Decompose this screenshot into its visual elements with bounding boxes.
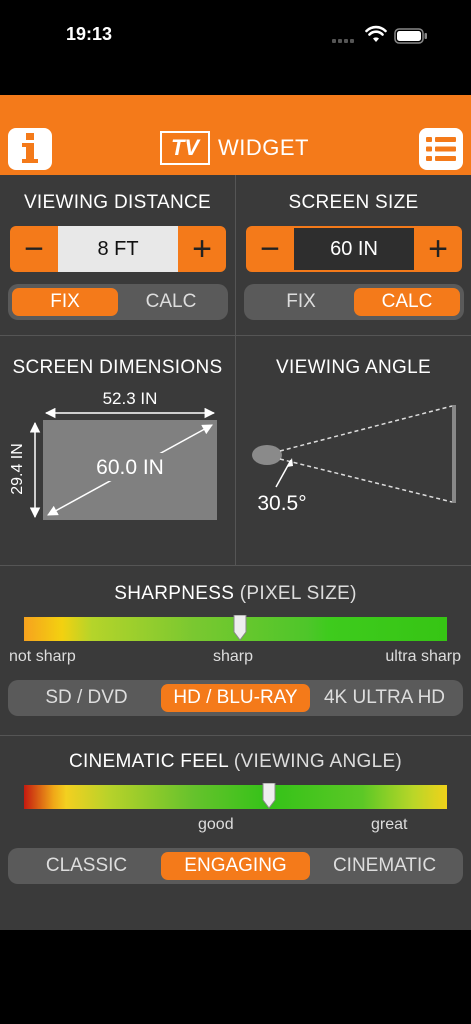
cinematic-cinematic-option[interactable]: CINEMATIC: [310, 852, 459, 880]
viewing-distance-fix-option[interactable]: FIX: [12, 288, 118, 316]
screen-size-calc-option[interactable]: CALC: [354, 288, 460, 316]
viewing-distance-stepper: − 8 FT +: [10, 226, 226, 272]
app-panel: TV WIDGET VIEWING DISTANCE − 8 FT + FIX …: [0, 95, 471, 930]
viewing-angle-value: 30.5°: [257, 492, 306, 515]
sharpness-option-toggle: SD / DVD HD / BLU-RAY 4K ULTRA HD: [8, 680, 463, 716]
sharpness-label-high: ultra sharp: [385, 648, 461, 665]
section-divider: [0, 565, 471, 566]
status-bar: 19:13: [0, 0, 471, 70]
screen-height-label: 29.4 IN: [9, 443, 26, 495]
info-button[interactable]: [8, 128, 52, 170]
status-time: 19:13: [66, 24, 113, 44]
section-divider: [0, 335, 471, 336]
app-header: TV WIDGET: [0, 95, 471, 175]
sharpness-label-low: not sharp: [9, 648, 76, 665]
viewer-head-icon: [252, 445, 282, 465]
sharpness-hd-option[interactable]: HD / BLU-RAY: [161, 684, 310, 712]
cinematic-marker-icon: [262, 783, 276, 809]
cinematic-option-toggle: CLASSIC ENGAGING CINEMATIC: [8, 848, 463, 884]
viewing-angle-diagram: 30.5°: [252, 405, 456, 515]
sharpness-title-sub: (PIXEL SIZE): [239, 583, 357, 604]
cinematic-title-main: CINEMATIC FEEL: [68, 751, 229, 772]
cinematic-classic-option[interactable]: CLASSIC: [12, 852, 161, 880]
viewing-distance-decrease-button[interactable]: −: [10, 226, 58, 272]
screen-diagonal-label: 60.0 IN: [96, 456, 164, 479]
info-icon: [22, 133, 38, 163]
logo-tv-box: TV: [160, 131, 210, 165]
screen-size-fix-option[interactable]: FIX: [248, 288, 354, 316]
screen-size-increase-button[interactable]: +: [414, 226, 462, 272]
viewing-distance-mode-toggle: FIX CALC: [8, 284, 228, 320]
viewing-distance-value: 8 FT: [58, 226, 178, 272]
list-icon: [426, 137, 456, 161]
viewing-distance-calc-option[interactable]: CALC: [118, 288, 224, 316]
cinematic-feel-title: CINEMATIC FEEL (VIEWING ANGLE): [0, 751, 471, 773]
screen-width-label: 52.3 IN: [103, 389, 158, 408]
wifi-icon: [365, 25, 387, 42]
screen-size-stepper: − 60 IN +: [246, 226, 462, 272]
sharpness-4k-option[interactable]: 4K ULTRA HD: [310, 684, 459, 712]
cinematic-label-good: good: [198, 816, 234, 833]
sharpness-label-mid: sharp: [213, 648, 254, 665]
sharpness-title-main: SHARPNESS: [114, 583, 235, 604]
screen-dimensions-title: SCREEN DIMENSIONS: [12, 357, 223, 378]
viewing-angle-title: VIEWING ANGLE: [276, 357, 431, 378]
app-logo: TV WIDGET: [160, 131, 309, 165]
cellular-signal-icon: [332, 31, 358, 43]
cinematic-title-sub: (VIEWING ANGLE): [233, 751, 403, 772]
cinematic-engaging-option[interactable]: ENGAGING: [161, 852, 310, 880]
viewing-distance-increase-button[interactable]: +: [178, 226, 226, 272]
screen-size-decrease-button[interactable]: −: [246, 226, 294, 272]
battery-icon: [394, 28, 427, 44]
screen-size-title: SCREEN SIZE: [288, 192, 419, 213]
viewing-distance-title: VIEWING DISTANCE: [23, 192, 212, 213]
screen-size-value: 60 IN: [294, 226, 414, 272]
screen-size-mode-toggle: FIX CALC: [244, 284, 464, 320]
sharpness-marker-icon: [233, 615, 247, 641]
view-line-top: [279, 405, 453, 452]
menu-list-button[interactable]: [419, 128, 463, 170]
logo-tv-text: TV: [170, 135, 200, 160]
cinematic-label-great: great: [371, 816, 408, 833]
cinematic-scale-bar: [24, 785, 447, 809]
screen-dimensions-diagram: 52.3 IN 29.4 IN 60.0 IN: [9, 389, 217, 520]
section-divider: [0, 735, 471, 736]
sharpness-sd-option[interactable]: SD / DVD: [12, 684, 161, 712]
sharpness-title: SHARPNESS (PIXEL SIZE): [0, 583, 471, 605]
logo-widget-text: WIDGET: [218, 135, 309, 160]
